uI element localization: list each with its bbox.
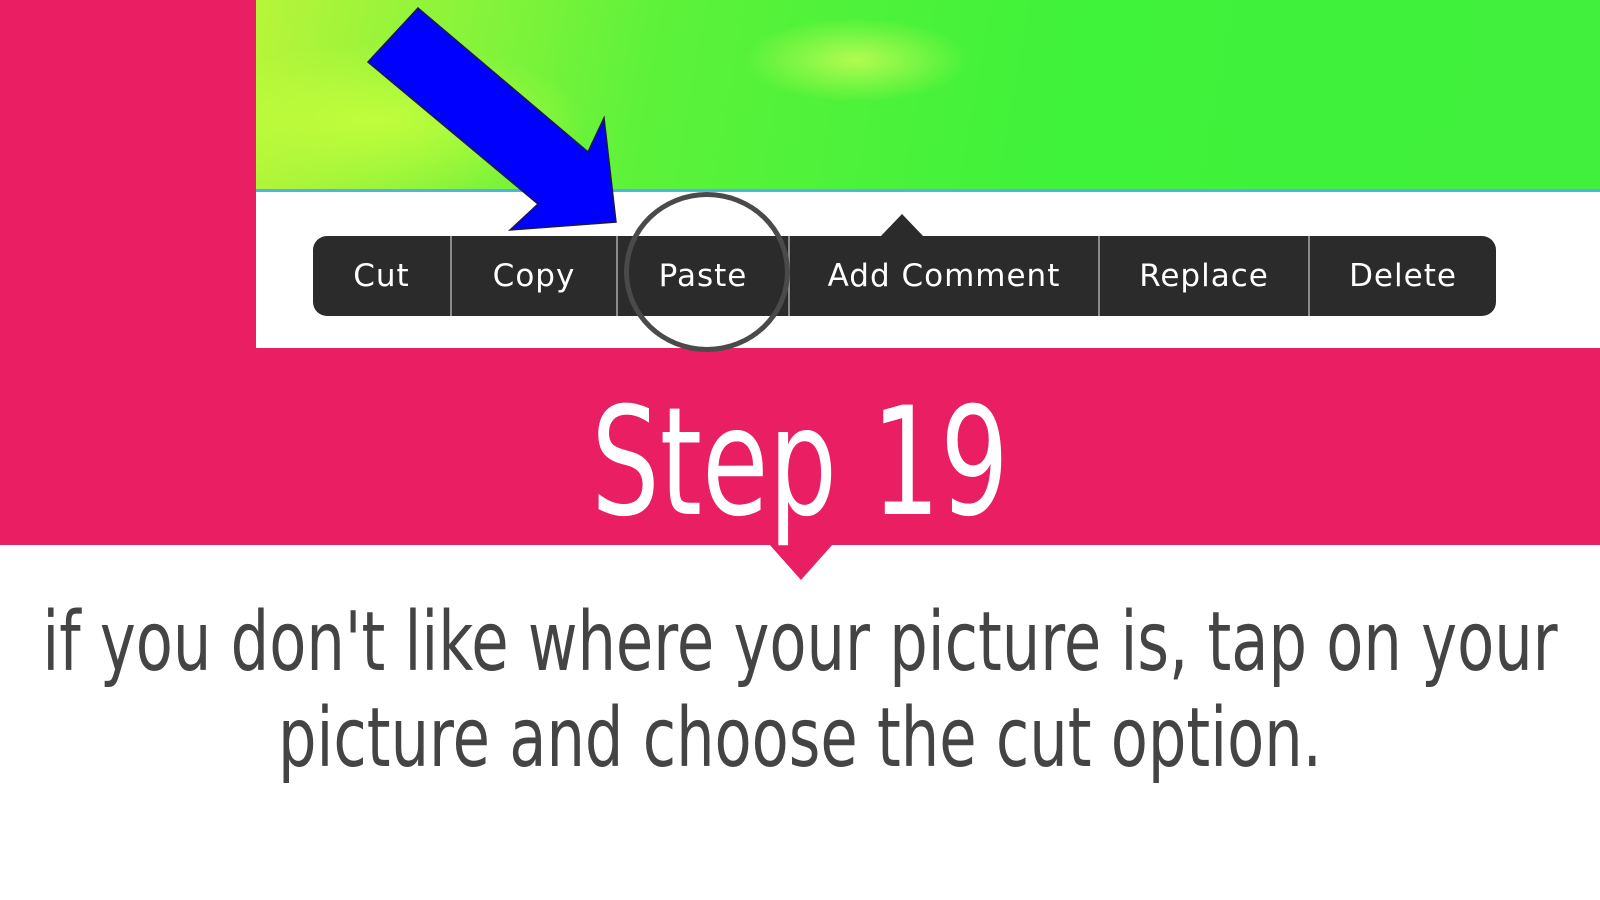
menu-caret	[880, 214, 924, 237]
cut-menu-item[interactable]: Cut	[313, 236, 452, 316]
blue-arrow-icon	[366, 6, 617, 231]
copy-menu-item[interactable]: Copy	[452, 236, 618, 316]
delete-menu-item[interactable]: Delete	[1310, 236, 1496, 316]
replace-menu-item[interactable]: Replace	[1100, 236, 1310, 316]
add-comment-menu-item[interactable]: Add Comment	[790, 236, 1100, 316]
step-instruction: if you don't like where your picture is,…	[42, 595, 1558, 786]
circle-highlight-icon	[624, 192, 790, 352]
step-title: Step 19	[591, 376, 1009, 550]
edit-context-menu: Cut Copy Paste Add Comment Replace Delet…	[313, 236, 1496, 316]
